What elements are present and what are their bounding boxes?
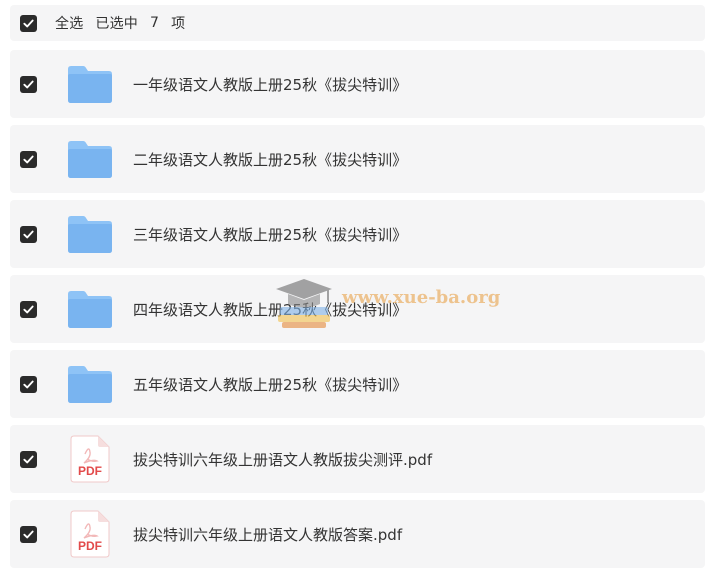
- file-row[interactable]: 二年级语文人教版上册25秋《拔尖特训》: [10, 125, 705, 193]
- file-name[interactable]: 五年级语文人教版上册25秋《拔尖特训》: [133, 374, 407, 395]
- pdf-icon: PDF: [66, 435, 114, 483]
- row-checkbox[interactable]: [20, 150, 37, 168]
- folder-icon: [66, 360, 114, 408]
- file-name[interactable]: 拔尖特训六年级上册语文人教版拔尖测评.pdf: [133, 449, 432, 470]
- row-checkbox[interactable]: [20, 375, 37, 393]
- row-checkbox[interactable]: [20, 75, 37, 93]
- row-checkbox[interactable]: [20, 450, 37, 468]
- row-checkbox[interactable]: [20, 300, 37, 318]
- folder-icon: [66, 135, 114, 183]
- checkmark-icon: [23, 380, 34, 388]
- count-unit: 项: [171, 16, 186, 32]
- file-name[interactable]: 二年级语文人教版上册25秋《拔尖特训》: [133, 149, 407, 170]
- select-all-label[interactable]: 全选: [55, 13, 83, 33]
- file-row[interactable]: PDF 拔尖特训六年级上册语文人教版答案.pdf: [10, 500, 705, 568]
- pdf-icon-label: PDF: [78, 539, 102, 553]
- row-checkbox[interactable]: [20, 225, 37, 243]
- checkmark-icon: [23, 155, 34, 163]
- folder-icon: [66, 60, 114, 108]
- file-name[interactable]: 拔尖特训六年级上册语文人教版答案.pdf: [133, 524, 402, 545]
- file-row[interactable]: 三年级语文人教版上册25秋《拔尖特训》: [10, 200, 705, 268]
- checkmark-icon: [23, 455, 34, 463]
- folder-icon: [66, 210, 114, 258]
- checkmark-icon: [23, 305, 34, 313]
- file-row[interactable]: 四年级语文人教版上册25秋《拔尖特训》: [10, 275, 705, 343]
- file-selection-page: 全选 已选中 7 项 一年级语文人教版上册25秋《拔尖特训》 二年级语文人教版上…: [0, 0, 705, 572]
- checkmark-icon: [23, 230, 34, 238]
- file-list: 一年级语文人教版上册25秋《拔尖特训》 二年级语文人教版上册25秋《拔尖特训》: [10, 50, 705, 572]
- checkmark-icon: [23, 19, 34, 27]
- file-name[interactable]: 一年级语文人教版上册25秋《拔尖特训》: [133, 74, 407, 95]
- file-row[interactable]: PDF 拔尖特训六年级上册语文人教版拔尖测评.pdf: [10, 425, 705, 493]
- checkmark-icon: [23, 80, 34, 88]
- file-row[interactable]: 一年级语文人教版上册25秋《拔尖特训》: [10, 50, 705, 118]
- select-all-checkbox[interactable]: [20, 14, 37, 32]
- file-row[interactable]: 五年级语文人教版上册25秋《拔尖特训》: [10, 350, 705, 418]
- file-name[interactable]: 三年级语文人教版上册25秋《拔尖特训》: [133, 224, 407, 245]
- selected-label: 已选中: [95, 16, 139, 32]
- folder-icon: [66, 285, 114, 333]
- pdf-icon-label: PDF: [78, 464, 102, 478]
- checkmark-icon: [23, 530, 34, 538]
- row-checkbox[interactable]: [20, 525, 37, 543]
- pdf-icon: PDF: [66, 510, 114, 558]
- selection-header: 全选 已选中 7 项: [10, 5, 705, 41]
- selected-count: 7: [150, 15, 160, 31]
- file-name[interactable]: 四年级语文人教版上册25秋《拔尖特训》: [133, 299, 407, 320]
